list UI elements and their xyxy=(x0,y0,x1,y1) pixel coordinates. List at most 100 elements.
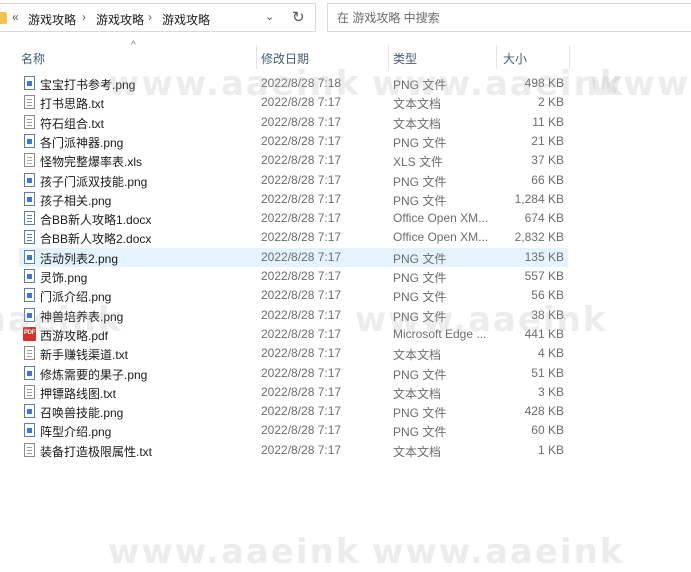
file-type: XLS 文件 xyxy=(393,155,444,169)
search-input[interactable] xyxy=(328,4,691,31)
file-size: 11 KB xyxy=(532,115,564,129)
breadcrumb-item-1[interactable]: 游戏攻略 xyxy=(28,11,76,28)
refresh-icon[interactable]: ↻ xyxy=(292,8,305,26)
file-date: 2022/8/28 7:17 xyxy=(261,327,342,341)
file-row[interactable]: 修炼需要的果子.png 2022/8/28 7:17 PNG 文件 51 KB xyxy=(19,364,568,383)
txt-file-icon xyxy=(24,346,35,360)
search-box[interactable] xyxy=(327,3,691,32)
file-name: 西游攻略.pdf xyxy=(40,329,109,343)
file-row[interactable]: 符石组合.txt 2022/8/28 7:17 文本文档 11 KB xyxy=(19,113,568,132)
file-row[interactable]: PDF 西游攻略.pdf 2022/8/28 7:17 Microsoft Edge … xyxy=(19,325,568,344)
file-type: PNG 文件 xyxy=(393,136,447,150)
breadcrumb-separator-icon[interactable]: › xyxy=(82,10,86,24)
file-date: 2022/8/28 7:17 xyxy=(261,346,342,360)
breadcrumb-item-2[interactable]: 游戏攻略 xyxy=(96,11,144,28)
column-header-type[interactable]: 类型 xyxy=(393,50,417,67)
file-row[interactable]: 合BB新人攻略2.docx 2022/8/28 7:17 Office Open X… xyxy=(19,228,568,247)
file-type: 文本文档 xyxy=(393,348,442,362)
file-row[interactable]: 新手赚钱渠道.txt 2022/8/28 7:17 文本文档 4 KB xyxy=(19,344,568,363)
png-file-icon xyxy=(24,366,35,380)
file-date: 2022/8/28 7:17 xyxy=(261,192,342,206)
file-size: 1 KB xyxy=(537,443,564,457)
docx-file-icon xyxy=(24,211,35,225)
png-file-icon xyxy=(24,404,35,418)
file-date: 2022/8/28 7:17 xyxy=(261,211,342,225)
file-size: 441 KB xyxy=(524,327,564,341)
file-size: 37 KB xyxy=(531,153,564,167)
file-type: PNG 文件 xyxy=(393,175,447,189)
file-type: PNG 文件 xyxy=(393,368,447,382)
column-divider[interactable] xyxy=(496,45,497,69)
file-type: Microsoft Edge ... xyxy=(393,327,487,341)
breadcrumb-separator-icon[interactable]: › xyxy=(148,10,152,24)
file-size: 2 KB xyxy=(537,95,564,109)
txt-file-icon xyxy=(24,115,35,129)
file-row[interactable]: 神兽培养表.png 2022/8/28 7:17 PNG 文件 38 KB xyxy=(19,306,568,325)
png-file-icon xyxy=(24,173,35,187)
chevron-down-icon[interactable]: ⌄ xyxy=(265,10,274,23)
file-row[interactable]: 召唤兽技能.png 2022/8/28 7:17 PNG 文件 428 KB xyxy=(19,402,568,421)
file-row[interactable]: 灵饰.png 2022/8/28 7:17 PNG 文件 557 KB xyxy=(19,267,568,286)
watermark-text: www.aaeink xyxy=(590,64,691,104)
file-name: 孩子相关.png xyxy=(40,194,112,208)
file-date: 2022/8/28 7:17 xyxy=(261,404,342,418)
file-size: 38 KB xyxy=(531,308,564,322)
pdf-file-icon: PDF xyxy=(23,327,36,341)
file-row[interactable]: 押镖路线图.txt 2022/8/28 7:17 文本文档 3 KB xyxy=(19,383,568,402)
file-type: PNG 文件 xyxy=(393,290,447,304)
file-type: 文本文档 xyxy=(393,117,442,131)
file-row[interactable]: 孩子相关.png 2022/8/28 7:17 PNG 文件 1,284 KB xyxy=(19,190,568,209)
png-file-icon xyxy=(24,76,35,90)
file-type: 文本文档 xyxy=(393,445,442,459)
column-divider[interactable] xyxy=(256,45,257,69)
column-header-size[interactable]: 大小 xyxy=(503,50,527,67)
column-divider[interactable] xyxy=(569,45,570,69)
png-file-icon xyxy=(24,192,35,206)
column-header-name[interactable]: 名称 xyxy=(21,50,45,67)
file-type: Office Open XM... xyxy=(393,230,489,244)
address-bar[interactable]: « 游戏攻略 › 游戏攻略 › 游戏攻略 ⌄ ↻ xyxy=(0,3,316,32)
file-date: 2022/8/28 7:17 xyxy=(261,230,342,244)
file-size: 1,284 KB xyxy=(514,192,564,206)
file-row[interactable]: 阵型介绍.png 2022/8/28 7:17 PNG 文件 60 KB xyxy=(19,421,568,440)
png-file-icon xyxy=(24,423,35,437)
column-divider[interactable] xyxy=(388,45,389,69)
file-row[interactable]: 装备打造极限属性.txt 2022/8/28 7:17 文本文档 1 KB xyxy=(19,441,568,460)
address-toolbar: « 游戏攻略 › 游戏攻略 › 游戏攻略 ⌄ ↻ xyxy=(0,0,691,36)
file-name: 活动列表2.png xyxy=(40,252,119,266)
file-size: 428 KB xyxy=(524,404,564,418)
column-header: ^ 名称 修改日期 类型 大小 xyxy=(0,40,691,70)
file-name: 神兽培养表.png xyxy=(40,310,124,324)
file-date: 2022/8/28 7:17 xyxy=(261,134,342,148)
file-row[interactable]: 怪物完整爆率表.xls 2022/8/28 7:17 XLS 文件 37 KB xyxy=(19,151,568,170)
file-name: 灵饰.png xyxy=(40,271,88,285)
txt-file-icon xyxy=(24,443,35,457)
folder-icon xyxy=(0,12,7,24)
breadcrumb-item-3[interactable]: 游戏攻略 xyxy=(162,11,210,28)
file-name: 押镖路线图.txt xyxy=(40,387,117,401)
file-name: 新手赚钱渠道.txt xyxy=(40,348,129,362)
file-row[interactable]: 孩子门派双技能.png 2022/8/28 7:17 PNG 文件 66 KB xyxy=(19,171,568,190)
file-row[interactable]: 打书思路.txt 2022/8/28 7:17 文本文档 2 KB xyxy=(19,93,568,112)
file-date: 2022/8/28 7:17 xyxy=(261,173,342,187)
file-date: 2022/8/28 7:17 xyxy=(261,308,342,322)
file-name: 修炼需要的果子.png xyxy=(40,368,148,382)
file-name: 孩子门派双技能.png xyxy=(40,175,148,189)
xls-file-icon xyxy=(24,153,35,167)
file-date: 2022/8/28 7:17 xyxy=(261,95,342,109)
file-row[interactable]: 宝宝打书参考.png 2022/8/28 7:18 PNG 文件 498 KB xyxy=(19,74,568,93)
file-row[interactable]: 门派介绍.png 2022/8/28 7:17 PNG 文件 56 KB xyxy=(19,286,568,305)
file-row[interactable]: 合BB新人攻略1.docx 2022/8/28 7:17 Office Open X… xyxy=(19,209,568,228)
file-date: 2022/8/28 7:17 xyxy=(261,385,342,399)
file-row[interactable]: 活动列表2.png 2022/8/28 7:17 PNG 文件 135 KB xyxy=(19,248,568,267)
file-name: 符石组合.txt xyxy=(40,117,105,131)
file-type: PNG 文件 xyxy=(393,425,447,439)
breadcrumb-overflow-button[interactable]: « xyxy=(12,10,19,24)
file-date: 2022/8/28 7:17 xyxy=(261,153,342,167)
column-header-date[interactable]: 修改日期 xyxy=(261,50,309,67)
file-row[interactable]: 各门派神器.png 2022/8/28 7:17 PNG 文件 21 KB xyxy=(19,132,568,151)
file-type: 文本文档 xyxy=(393,97,442,111)
file-date: 2022/8/28 7:17 xyxy=(261,443,342,457)
file-size: 21 KB xyxy=(531,134,564,148)
file-size: 498 KB xyxy=(524,76,564,90)
